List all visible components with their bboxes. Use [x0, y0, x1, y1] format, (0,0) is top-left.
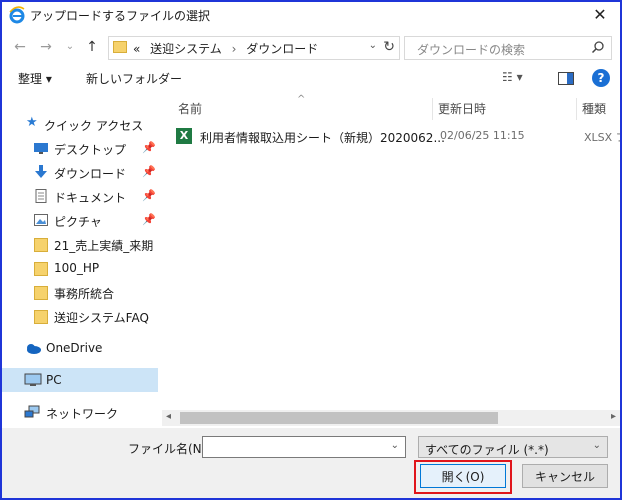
folder-icon: [34, 286, 48, 300]
sidebar-item-label: ダウンロード: [54, 167, 127, 181]
sidebar-item-label: OneDrive: [46, 341, 103, 355]
cancel-button[interactable]: キャンセル: [522, 464, 608, 488]
new-folder-button[interactable]: 新しいフォルダー: [86, 70, 182, 87]
sidebar-item-documents[interactable]: ドキュメント 📌: [2, 184, 158, 208]
back-arrow-icon[interactable]: ←: [10, 36, 30, 58]
file-type-select[interactable]: すべてのファイル (*.*) ⌄: [418, 436, 608, 458]
refresh-icon[interactable]: ↻: [383, 39, 395, 55]
search-box[interactable]: ダウンロードの検索: [404, 36, 612, 60]
forward-arrow-icon[interactable]: →: [36, 36, 56, 58]
organize-menu[interactable]: 整理 ▾: [18, 70, 52, 87]
sidebar-item-label: クイック アクセス: [44, 119, 144, 133]
cloud-icon: [27, 344, 41, 354]
horizontal-scrollbar[interactable]: ◂ ▸: [162, 410, 620, 426]
pin-icon: 📌: [142, 141, 156, 154]
chevron-down-icon[interactable]: ⌄: [369, 40, 377, 51]
folder-icon: [34, 310, 48, 324]
up-arrow-icon[interactable]: ↑: [82, 36, 102, 58]
breadcrumb-separator[interactable]: ›: [232, 42, 237, 56]
breadcrumb-item[interactable]: 送迎システム: [150, 42, 222, 56]
dialog-footer: ファイル名(N): ⌄ すべてのファイル (*.*) ⌄ 開く(O) キャンセル: [2, 428, 620, 498]
sidebar-item-folder[interactable]: 事務所統合: [2, 280, 158, 304]
star-icon: ★: [26, 115, 38, 130]
window-title: アップロードするファイルの選択: [30, 9, 211, 23]
sidebar-item-label: ドキュメント: [54, 191, 127, 205]
chevron-down-icon: ⌄: [592, 440, 601, 451]
address-bar[interactable]: « 送迎システム › ダウンロード ⌄ ↻: [108, 36, 400, 60]
sidebar-item-onedrive[interactable]: OneDrive: [2, 336, 158, 360]
command-toolbar: 整理 ▾ 新しいフォルダー ☷ ▾ ?: [2, 64, 620, 92]
sidebar-item-folder[interactable]: 100_HP: [2, 256, 158, 280]
scroll-right-icon[interactable]: ▸: [611, 411, 616, 422]
file-row[interactable]: X 利用者情報取込用シート（新規）2020062... 02/06/25 11:…: [172, 126, 620, 148]
file-open-dialog: アップロードするファイルの選択 ✕ ← → ⌄ ↑ « 送迎システム › ダウン…: [0, 0, 622, 500]
sidebar-item-pictures[interactable]: ピクチャ 📌: [2, 208, 158, 232]
preview-pane-icon[interactable]: [558, 72, 574, 85]
sidebar-item-downloads[interactable]: ダウンロード 📌: [2, 160, 158, 184]
download-icon: [35, 165, 47, 178]
view-options-icon[interactable]: ☷ ▾: [502, 70, 523, 84]
file-modified: 02/06/25 11:15: [440, 129, 525, 142]
folder-icon: [34, 238, 48, 252]
recent-locations-chevron-icon[interactable]: ⌄: [60, 36, 80, 58]
sidebar-item-pc[interactable]: PC: [2, 368, 158, 392]
picture-icon: [34, 214, 48, 226]
folder-icon: [113, 41, 127, 53]
close-icon[interactable]: ✕: [580, 2, 620, 28]
sidebar-item-label: 100_HP: [54, 261, 100, 275]
column-header-type[interactable]: 種類: [582, 100, 606, 117]
sidebar-item-folder[interactable]: 送迎システムFAQ: [2, 304, 158, 328]
search-input[interactable]: ダウンロードの検索: [417, 41, 525, 58]
desktop-icon: [34, 143, 48, 154]
sidebar-item-label: ネットワーク: [46, 407, 119, 421]
excel-file-icon: X: [176, 128, 192, 144]
column-divider[interactable]: [432, 98, 433, 120]
file-type-value: すべてのファイル (*.*): [425, 443, 549, 457]
sort-ascending-icon: ^: [297, 94, 306, 105]
filename-input[interactable]: ⌄: [202, 436, 406, 458]
computer-icon: [24, 373, 42, 386]
breadcrumb-overflow[interactable]: «: [133, 42, 140, 56]
network-icon: [24, 405, 40, 418]
scrollbar-thumb[interactable]: [180, 412, 498, 424]
filename-label: ファイル名(N):: [128, 442, 211, 456]
sidebar-item-label: 送迎システムFAQ: [54, 311, 149, 325]
breadcrumb-item[interactable]: ダウンロード: [246, 42, 318, 56]
scroll-left-icon[interactable]: ◂: [166, 411, 171, 422]
help-icon[interactable]: ?: [592, 69, 610, 87]
sidebar-item-label: 21_売上実績_来期: [54, 239, 154, 253]
chevron-down-icon[interactable]: ⌄: [391, 440, 399, 451]
folder-icon: [34, 262, 48, 276]
sidebar-item-network[interactable]: ネットワーク: [2, 400, 158, 424]
navigation-bar: ← → ⌄ ↑ « 送迎システム › ダウンロード ⌄ ↻ ダウンロードの検索: [2, 32, 620, 62]
pin-icon: 📌: [142, 213, 156, 226]
title-bar: アップロードするファイルの選択 ✕: [2, 2, 620, 28]
sidebar-item-desktop[interactable]: デスクトップ 📌: [2, 136, 158, 160]
file-type: XLSX フ: [584, 131, 620, 144]
breadcrumb: « 送迎システム › ダウンロード: [133, 40, 318, 57]
sidebar-item-label: 事務所統合: [54, 287, 115, 301]
sidebar-item-folder[interactable]: 21_売上実績_来期: [2, 232, 158, 256]
pin-icon: 📌: [142, 189, 156, 202]
pin-icon: 📌: [142, 165, 156, 178]
file-list: ^ 名前 更新日時 種類 X 利用者情報取込用シート（新規）2020062...…: [162, 94, 620, 426]
column-divider[interactable]: [576, 98, 577, 120]
document-icon: [35, 189, 47, 203]
search-icon: [591, 41, 604, 54]
column-header-name[interactable]: 名前: [178, 100, 202, 117]
navigation-pane: ★ クイック アクセス デスクトップ 📌 ダウンロード 📌 ドキュメント 📌 ピ…: [2, 96, 160, 426]
file-name: 利用者情報取込用シート（新規）2020062...: [200, 131, 445, 145]
sidebar-item-quick-access[interactable]: ★ クイック アクセス: [2, 112, 158, 136]
internet-explorer-icon: [9, 6, 25, 24]
sidebar-item-label: ピクチャ: [54, 215, 102, 229]
sidebar-item-label: PC: [46, 373, 62, 387]
sidebar-item-label: デスクトップ: [54, 143, 127, 157]
open-button-highlight: [414, 460, 512, 494]
column-header-modified[interactable]: 更新日時: [438, 100, 486, 117]
